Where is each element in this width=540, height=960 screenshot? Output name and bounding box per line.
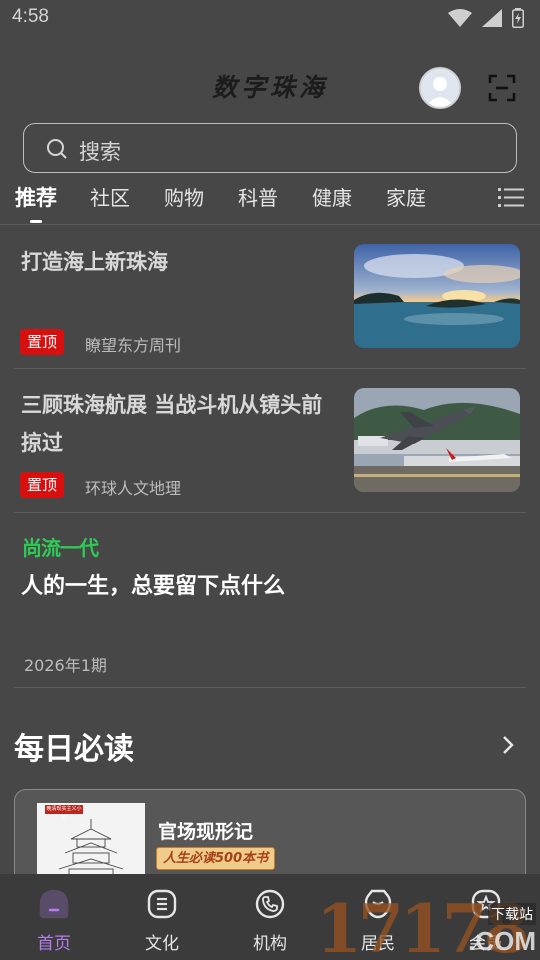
signal-icon bbox=[482, 9, 502, 27]
watermark-domain: .COM bbox=[468, 926, 536, 956]
brand-logo: 尚流一代 bbox=[22, 536, 99, 560]
avatar[interactable] bbox=[419, 67, 461, 109]
user-avatar-icon bbox=[421, 69, 459, 107]
news-item[interactable]: 打造海上新珠海 置顶 瞭望东方周刊 bbox=[14, 243, 526, 355]
news-thumbnail-jet bbox=[354, 388, 520, 492]
phone-icon bbox=[255, 889, 285, 919]
list-divider bbox=[14, 512, 526, 513]
category-tabs: 推荐 社区 购物 科普 健康 家庭 bbox=[0, 180, 540, 224]
tab-recommend[interactable]: 推荐 bbox=[15, 182, 57, 212]
news-item[interactable]: 三顾珠海航展 当战斗机从镜头前掠过 置顶 环球人文地理 bbox=[14, 386, 526, 498]
chevron-right-icon[interactable] bbox=[500, 734, 516, 756]
issue-date: 2026年1期 bbox=[24, 656, 107, 675]
active-tab-indicator bbox=[30, 220, 42, 223]
status-time: 4:58 bbox=[12, 6, 49, 27]
tabs-divider bbox=[0, 224, 540, 225]
nav-home[interactable]: 首页 bbox=[0, 874, 108, 960]
tab-family[interactable]: 家庭 bbox=[386, 182, 426, 211]
watermark-tag: 下载站 bbox=[488, 903, 536, 925]
search-placeholder: 搜索 bbox=[79, 140, 121, 164]
tab-shopping[interactable]: 购物 bbox=[164, 182, 204, 211]
search-input[interactable]: 搜索 bbox=[23, 123, 517, 173]
watermark: 17178 下载站 .COM bbox=[316, 890, 540, 960]
list-divider bbox=[14, 687, 526, 688]
nav-label: 机构 bbox=[253, 934, 287, 954]
book-title: 官场现形记 bbox=[158, 821, 254, 843]
list-divider bbox=[14, 368, 526, 369]
news-thumbnail-sea bbox=[354, 244, 520, 348]
tab-health[interactable]: 健康 bbox=[312, 182, 352, 211]
wifi-icon bbox=[448, 9, 472, 27]
scan-icon[interactable] bbox=[488, 74, 516, 102]
nav-culture[interactable]: 文化 bbox=[108, 874, 216, 960]
section-title: 每日必读 bbox=[14, 732, 134, 767]
news-title: 打造海上新珠海 bbox=[21, 250, 168, 274]
nav-label: 文化 bbox=[145, 934, 179, 954]
search-icon bbox=[47, 139, 67, 159]
feature-title[interactable]: 人的一生，总要留下点什么 bbox=[21, 568, 285, 600]
book-tag: 人生必读500本书 bbox=[156, 847, 276, 870]
news-source: 瞭望东方周刊 bbox=[85, 336, 182, 355]
status-bar: 4:58 bbox=[0, 0, 540, 36]
tab-science[interactable]: 科普 bbox=[238, 182, 278, 211]
nav-label: 首页 bbox=[37, 934, 71, 954]
tab-community[interactable]: 社区 bbox=[90, 182, 130, 211]
menu-list-icon[interactable] bbox=[498, 186, 524, 210]
news-source: 环球人文地理 bbox=[85, 479, 182, 498]
news-title: 三顾珠海航展 当战斗机从镜头前掠过 bbox=[21, 393, 323, 455]
pinned-badge: 置顶 bbox=[20, 329, 64, 355]
home-icon bbox=[39, 889, 69, 919]
nav-organization[interactable]: 机构 bbox=[216, 874, 324, 960]
culture-icon bbox=[147, 889, 177, 919]
pinned-badge: 置顶 bbox=[20, 472, 64, 498]
battery-icon bbox=[512, 8, 524, 28]
